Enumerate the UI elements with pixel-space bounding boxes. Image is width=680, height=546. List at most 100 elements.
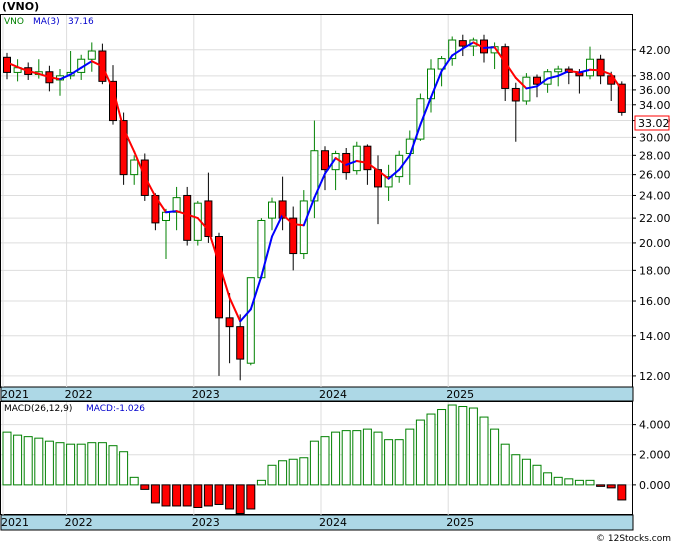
macd-bar-positive	[458, 406, 468, 486]
ma-label: MA(3)	[33, 17, 60, 27]
macd-bar-negative	[203, 484, 213, 507]
candle-down	[533, 76, 541, 85]
candle-down	[458, 40, 467, 47]
candle-down	[596, 58, 605, 77]
price-tick-label: 26.00	[639, 169, 671, 182]
macd-bar-positive	[500, 443, 510, 486]
macd-bar-positive	[426, 413, 436, 486]
price-tick-label: 22.00	[639, 212, 671, 225]
macd-bar-positive	[373, 431, 383, 486]
macd-bar-positive	[44, 440, 54, 486]
year-label: 2025	[446, 388, 474, 401]
macd-bar-positive	[97, 442, 107, 486]
macd-bar-positive	[66, 443, 76, 486]
macd-bar-positive	[352, 430, 362, 486]
macd-bar-positive	[532, 464, 542, 486]
macd-bar-negative	[246, 484, 256, 510]
ma-segment	[589, 68, 602, 72]
year-label: 2023	[192, 516, 220, 529]
candle-down	[236, 326, 245, 360]
price-tick-label: 38.00	[639, 70, 671, 83]
macd-bar-positive	[447, 404, 457, 486]
macd-date-band	[0, 514, 634, 531]
macd-bar-positive	[108, 445, 118, 486]
macd-value-label: MACD:-1.026	[86, 404, 145, 414]
candle-down	[215, 235, 223, 319]
year-label: 2022	[65, 388, 93, 401]
macd-bar-positive	[468, 407, 478, 486]
macd-bar-positive	[384, 439, 394, 486]
macd-bar-positive	[553, 476, 563, 486]
candle-up	[427, 68, 435, 100]
year-label: 2021	[1, 388, 29, 401]
macd-bar-positive	[13, 434, 23, 486]
ma-segment	[165, 210, 178, 214]
year-label: 2024	[319, 516, 347, 529]
ma-segment	[567, 70, 581, 74]
candle-down	[183, 194, 192, 241]
candle-up	[246, 277, 255, 364]
price-tick-label: 34.00	[639, 99, 671, 112]
macd-bar-positive	[479, 416, 489, 486]
macd-bar-negative	[606, 484, 616, 489]
macd-bar-positive	[543, 472, 553, 486]
macd-bar-positive	[320, 436, 330, 486]
price-tick-label: 30.00	[639, 131, 671, 144]
macd-bar-negative	[596, 484, 606, 487]
macd-bar-positive	[2, 431, 12, 486]
candle-down	[3, 56, 11, 73]
candle-up	[586, 58, 594, 77]
macd-bar-positive	[87, 442, 97, 486]
candle-down	[363, 145, 372, 171]
macd-bar-positive	[331, 431, 341, 486]
macd-bar-positive	[129, 476, 139, 486]
macd-bar-negative	[193, 484, 203, 508]
candle-up	[352, 145, 361, 172]
price-tick-label: 20.00	[639, 237, 671, 250]
year-label: 2023	[192, 388, 220, 401]
candle-down	[225, 317, 234, 328]
ma-value: 37.16	[68, 17, 94, 27]
price-tick-label: 16.00	[639, 295, 671, 308]
macd-bar-positive	[256, 479, 266, 486]
candle-up	[554, 68, 563, 73]
macd-bar-positive	[415, 419, 425, 486]
macd-bar-positive	[362, 428, 372, 486]
price-tick-label: 14.00	[639, 330, 671, 343]
macd-bar-positive	[299, 457, 309, 486]
ticker-label: VNO	[4, 17, 24, 27]
macd-bar-negative	[161, 484, 171, 507]
macd-bar-positive	[574, 479, 584, 486]
year-label: 2025	[446, 516, 474, 529]
ma-segment	[292, 223, 305, 227]
candle-up	[87, 50, 96, 60]
last-price-label: 33.02	[638, 117, 670, 130]
price-tick-label: 18.00	[639, 264, 671, 277]
ma-segment	[483, 46, 496, 49]
macd-bar-positive	[309, 440, 319, 486]
candle-down	[511, 87, 520, 102]
candle-up	[299, 200, 308, 255]
macd-bar-negative	[235, 484, 245, 514]
macd-bar-positive	[119, 451, 129, 486]
price-tick-label: 42.00	[639, 44, 671, 57]
macd-bar-positive	[394, 439, 404, 486]
chart-title: (VNO)	[2, 0, 39, 13]
price-tick-label: 36.00	[639, 84, 671, 97]
macd-label: MACD(26,12,9)	[4, 404, 72, 414]
year-label: 2022	[65, 516, 93, 529]
price-tick-label: 28.00	[639, 149, 671, 162]
candle-up	[162, 211, 170, 221]
macd-bar-negative	[214, 484, 224, 505]
macd-bar-positive	[564, 478, 574, 486]
macd-bar-positive	[23, 436, 33, 486]
year-label: 2024	[319, 388, 347, 401]
macd-tick-label: 4.000	[639, 419, 671, 432]
macd-bar-positive	[278, 460, 288, 486]
candle-up	[268, 201, 276, 219]
macd-bar-positive	[341, 430, 351, 486]
price-date-band	[0, 386, 634, 402]
macd-bar-positive	[34, 437, 44, 486]
macd-bar-negative	[140, 484, 150, 490]
macd-tick-label: 0.000	[639, 479, 671, 492]
